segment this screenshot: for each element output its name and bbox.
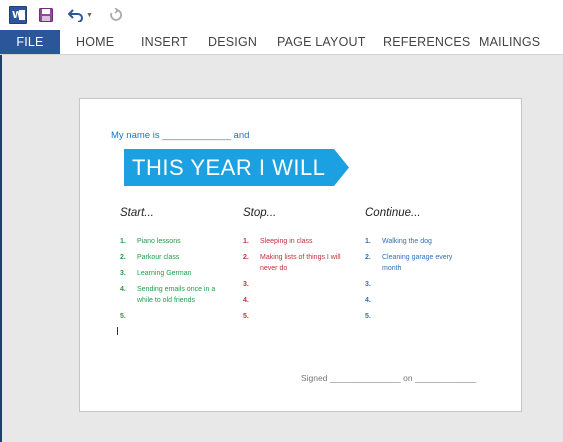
ribbon-tabs: FILE HOME INSERT DESIGN PAGE LAYOUT REFE… [0,30,563,54]
item-text: Parkour class [137,254,180,261]
save-icon[interactable] [39,5,55,25]
item-text [260,279,350,290]
item-number: 4. [365,297,371,304]
item-number: 5. [365,313,371,320]
quick-access-toolbar: W ▼ [0,0,563,30]
list-item[interactable]: 4. [365,295,485,306]
list-item[interactable]: 1. Sleeping in class [243,236,363,247]
item-number: 3. [365,281,371,288]
list-item[interactable]: 3. [365,279,485,290]
list-item[interactable]: 4. [243,295,363,306]
item-number: 4. [243,297,249,304]
banner-title: THIS YEAR I WILL [132,155,326,180]
tab-file[interactable]: FILE [0,30,60,54]
item-number: 4. [120,286,126,293]
undo-icon[interactable]: ▼ [68,5,98,25]
item-number: 2. [243,254,249,261]
item-number: 2. [365,254,371,261]
column-continue: Continue... 1. Walking the dog 2. Cleaning… [365,207,485,322]
list-item[interactable]: 3. [243,279,363,290]
item-text: Sleeping in class [260,238,313,245]
item-number: 1. [243,238,249,245]
word-icon[interactable]: W [9,6,27,24]
list-item[interactable]: 3. Learning German [120,268,240,279]
tab-insert[interactable]: INSERT [141,30,188,54]
signature-line[interactable]: Signed _______________ on _____________ [301,373,476,383]
name-line[interactable]: My name is _____________ and [111,130,249,141]
window-edge [0,55,2,442]
list-item[interactable]: 1. Walking the dog [365,236,485,247]
item-text: Piano lessons [137,238,181,245]
text-cursor [117,327,118,335]
column-title[interactable]: Continue... [365,207,485,223]
item-number: 5. [243,313,249,320]
item-text: Learning German [137,270,192,277]
item-number: 1. [365,238,371,245]
ribbon-divider [0,54,563,55]
item-number: 5. [120,313,126,320]
column-title[interactable]: Stop... [243,207,363,223]
item-text: Sending emails once in a while to old fr… [137,286,216,304]
column-title[interactable]: Start... [120,207,240,223]
item-text [382,311,472,322]
item-text [137,311,227,322]
column-start: Start... 1. Piano lessons 2. Parkour class… [120,207,240,322]
list-item[interactable]: 5. [365,311,485,322]
item-text [382,279,472,290]
list-item[interactable]: 2. Cleaning garage every month [365,252,485,274]
item-text: Walking the dog [382,238,432,245]
item-number: 3. [243,281,249,288]
tab-home[interactable]: HOME [76,30,114,54]
redo-icon[interactable] [109,5,125,25]
tab-references[interactable]: REFERENCES [383,30,470,54]
item-text [260,295,350,306]
item-text [382,295,472,306]
chevron-down-icon[interactable]: ▼ [86,12,93,19]
list-item[interactable]: 5. [243,311,363,322]
title-banner[interactable]: THIS YEAR I WILL [124,149,349,186]
item-number: 2. [120,254,126,261]
list-item[interactable]: 2. Making lists of things I will never do [243,252,363,274]
item-number: 1. [120,238,126,245]
item-text: Cleaning garage every month [382,254,453,272]
tab-design[interactable]: DESIGN [208,30,257,54]
column-stop: Stop... 1. Sleeping in class 2. Making lis… [243,207,363,322]
item-text: Making lists of things I will never do [260,254,341,272]
item-number: 3. [120,270,126,277]
list-item[interactable]: 2. Parkour class [120,252,240,263]
tab-page-layout[interactable]: PAGE LAYOUT [277,30,366,54]
list-item[interactable]: 4. Sending emails once in a while to old … [120,284,240,306]
document-page[interactable]: My name is _____________ and THIS YEAR I… [79,98,522,412]
list-item[interactable]: 5. [120,311,240,322]
tab-mailings[interactable]: MAILINGS [479,30,540,54]
item-text [260,311,350,322]
list-item[interactable]: 1. Piano lessons [120,236,240,247]
